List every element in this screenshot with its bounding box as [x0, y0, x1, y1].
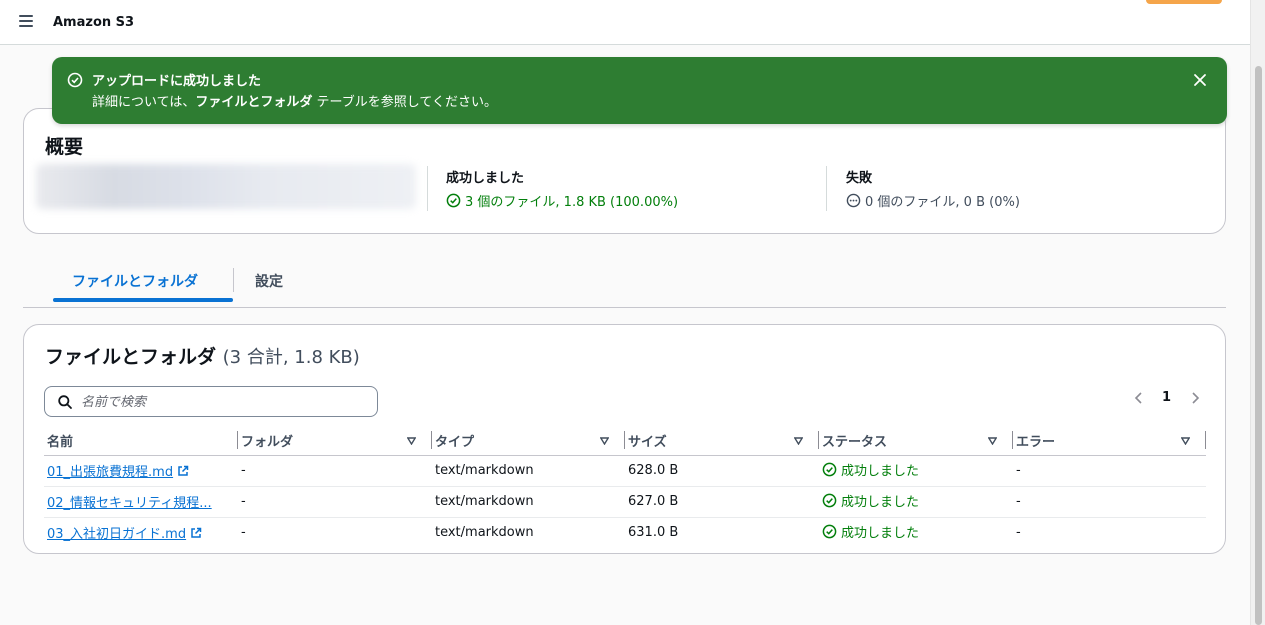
column-header-status[interactable]: ステータス [819, 427, 1013, 456]
file-link-text: 01_出張旅費規程.md [47, 465, 174, 480]
success-value-text: 3 個のファイル, 1.8 KB (100.00%) [465, 195, 679, 210]
column-header-size[interactable]: サイズ [625, 427, 819, 456]
scrollbar[interactable] [1250, 0, 1265, 625]
status-text: 成功しました [841, 495, 920, 510]
flash-message-bold: ファイルとフォルダ [195, 95, 313, 110]
file-link[interactable]: 01_出張旅費規程.md [47, 461, 189, 480]
header-accent [1146, 0, 1222, 4]
tab-files-and-folders[interactable]: ファイルとフォルダ [72, 271, 198, 291]
failed-label: 失敗 [846, 171, 873, 186]
success-check-icon [822, 524, 837, 539]
cell-name: 01_出張旅費規程.md [44, 455, 238, 487]
chevron-left-icon[interactable] [1132, 389, 1146, 407]
search-icon [58, 395, 72, 409]
cell-name: 03_入社初日ガイド.md [44, 517, 238, 548]
tab-settings[interactable]: 設定 [255, 271, 283, 291]
cell-size: 631.0 B [628, 525, 679, 541]
success-value: 3 個のファイル, 1.8 KB (100.00%) [446, 191, 678, 210]
scrollbar-thumb[interactable] [1255, 66, 1262, 625]
summary-divider [427, 166, 428, 211]
summary-title: 概要 [45, 136, 84, 158]
pagination: 1 [1132, 389, 1207, 409]
column-header-label: フォルダ [241, 435, 294, 451]
column-header-type[interactable]: タイプ [432, 427, 625, 456]
success-check-icon [822, 493, 837, 508]
files-title: ファイルとフォルダ (3 合計, 1.8 KB) [45, 342, 360, 369]
cell-folder: - [238, 486, 432, 518]
success-check-icon [822, 462, 837, 477]
cell-error: - [1016, 525, 1021, 541]
cell-status: 成功しました [819, 455, 1013, 487]
column-header-label: エラー [1016, 435, 1056, 451]
status-text: 成功しました [841, 526, 920, 542]
sort-down-icon[interactable] [1181, 437, 1190, 445]
success-label: 成功しました [446, 171, 525, 186]
cell-folder: - [241, 525, 246, 541]
file-link[interactable]: 02_情報セキュリティ規程... [47, 492, 212, 511]
sort-down-icon[interactable] [407, 437, 416, 445]
success-check-icon [446, 193, 461, 208]
flash-message: 詳細については、ファイルとフォルダ テーブルを参照してください。 [92, 91, 497, 110]
cell-status: 成功しました [819, 486, 1013, 518]
search-box[interactable] [44, 386, 378, 417]
tab-separator [233, 268, 234, 292]
table-row: 03_入社初日ガイド.md - text/markdown 631.0 B 成功… [44, 517, 1206, 548]
column-header-label: 名前 [47, 435, 74, 451]
table-row: 01_出張旅費規程.md - text/markdown 628.0 B 成功し… [44, 455, 1206, 487]
flash-message-prefix: 詳細については、 [92, 95, 196, 110]
cell-error: - [1013, 455, 1206, 487]
cell-size: 627.0 B [625, 486, 819, 518]
column-resizer[interactable] [1205, 431, 1206, 449]
sort-down-icon[interactable] [988, 437, 997, 445]
files-count: (3 合計, 1.8 KB) [222, 347, 360, 368]
status-text: 成功しました [841, 464, 920, 479]
sort-down-icon[interactable] [794, 437, 803, 445]
cell-type: text/markdown [435, 525, 534, 541]
file-link-text: 03_入社初日ガイド.md [47, 527, 187, 543]
external-link-icon [191, 527, 202, 538]
files-card: ファイルとフォルダ (3 合計, 1.8 KB) 1 名前 フォルダ タイプ サ… [23, 324, 1226, 554]
close-icon[interactable] [1192, 72, 1208, 88]
file-link-text: 02_情報セキュリティ規程... [47, 496, 212, 511]
column-header-label: タイプ [435, 435, 475, 451]
files-title-text: ファイルとフォルダ [45, 346, 217, 368]
failed-value: 0 個のファイル, 0 B (0%) [846, 191, 1020, 210]
active-tab-indicator [53, 298, 233, 302]
column-header-error[interactable]: エラー [1013, 427, 1206, 456]
cell-type: text/markdown [432, 455, 625, 487]
flash-message-suffix: テーブルを参照してください。 [312, 95, 497, 110]
flash-title: アップロードに成功しました [92, 74, 262, 89]
column-header-name[interactable]: 名前 [44, 427, 238, 456]
cell-error: - [1013, 486, 1206, 518]
success-flash: アップロードに成功しました 詳細については、ファイルとフォルダ テーブルを参照し… [52, 57, 1227, 124]
menu-icon[interactable] [19, 15, 33, 27]
summary-card: 概要 成功しました 3 個のファイル, 1.8 KB (100.00%) 失敗 … [23, 108, 1226, 234]
page-number[interactable]: 1 [1162, 390, 1171, 405]
cell-type: text/markdown [432, 486, 625, 518]
search-input[interactable] [81, 392, 371, 412]
top-bar: Amazon S3 [0, 0, 1250, 45]
app-title: Amazon S3 [53, 15, 135, 30]
tab-bar: ファイルとフォルダ 設定 [23, 264, 1226, 308]
pending-dots-icon [846, 193, 861, 208]
column-header-folder[interactable]: フォルダ [238, 427, 432, 456]
table-header-row: 名前 フォルダ タイプ サイズ ステータス エラー [44, 427, 1206, 456]
redacted-destination [36, 164, 416, 209]
table-row: 02_情報セキュリティ規程... - text/markdown 627.0 B… [44, 486, 1206, 518]
column-header-label: サイズ [628, 435, 667, 451]
file-link[interactable]: 03_入社初日ガイド.md [47, 523, 202, 542]
external-link-icon [178, 465, 189, 476]
success-check-icon [67, 72, 83, 88]
failed-value-text: 0 個のファイル, 0 B (0%) [865, 195, 1020, 210]
column-header-label: ステータス [822, 435, 888, 451]
cell-size: 628.0 B [625, 455, 819, 487]
cell-name: 02_情報セキュリティ規程... [44, 486, 238, 518]
chevron-right-icon[interactable] [1188, 389, 1202, 407]
cell-folder: - [238, 455, 432, 487]
summary-divider [826, 166, 827, 211]
sort-down-icon[interactable] [600, 437, 609, 445]
cell-status: 成功しました [819, 517, 1013, 548]
files-table: 名前 フォルダ タイプ サイズ ステータス エラー 01_出張旅費規程.md -… [44, 427, 1206, 548]
